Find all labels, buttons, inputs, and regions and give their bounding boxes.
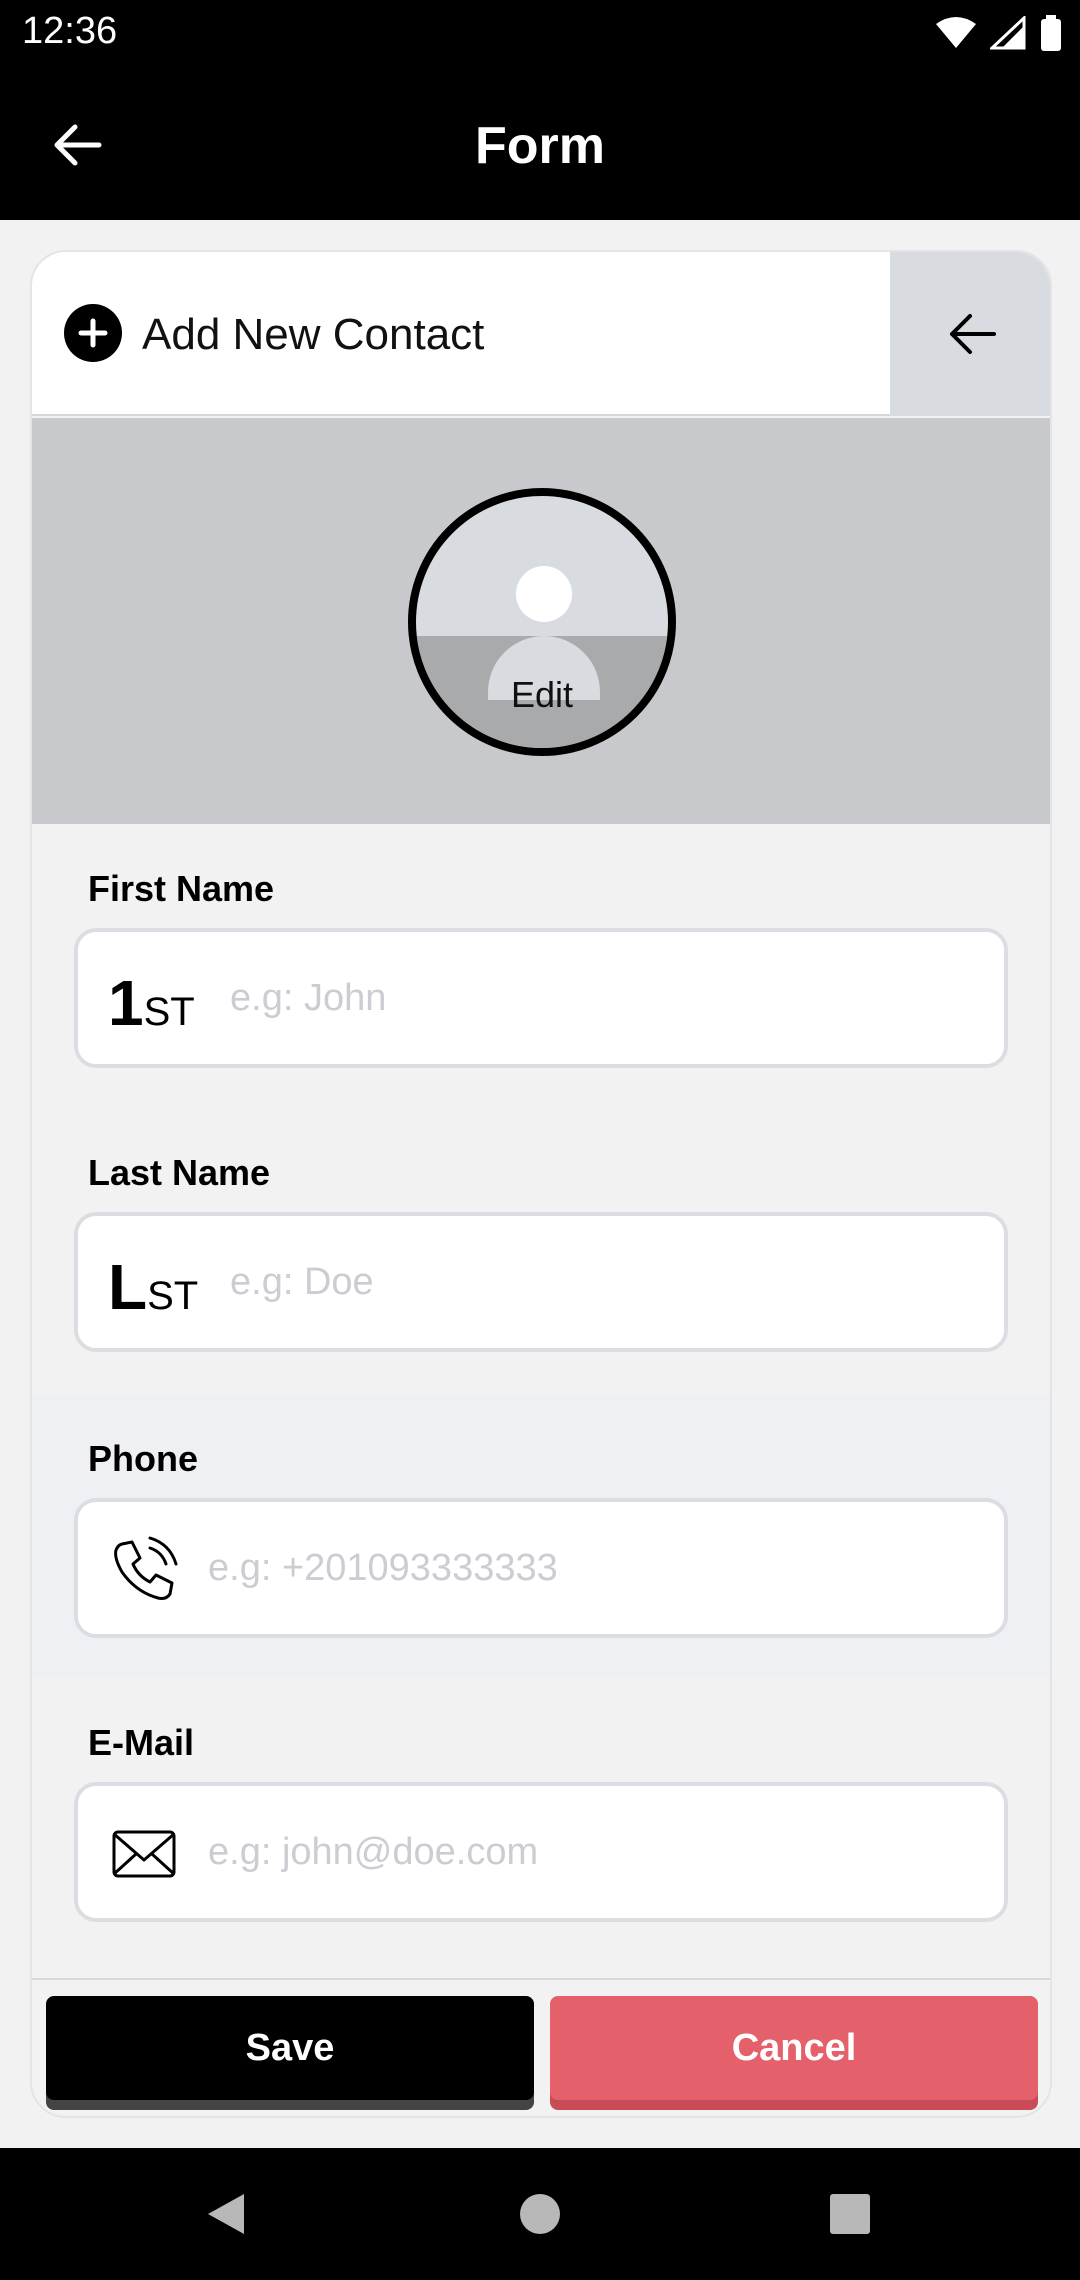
avatar-edit-label: Edit — [510, 674, 574, 715]
user-icon-head — [516, 566, 572, 622]
first-name-section: First Name 1ST — [32, 824, 1050, 1108]
triangle-back-icon — [208, 2194, 244, 2234]
cancel-button[interactable]: Cancel — [550, 1996, 1038, 2100]
collapse-button[interactable] — [890, 252, 1050, 416]
first-name-field[interactable]: 1ST — [74, 928, 1008, 1068]
phone-label: Phone — [88, 1438, 199, 1479]
last-name-field[interactable]: LST — [74, 1212, 1008, 1352]
first-name-label: First Name — [88, 868, 275, 909]
nav-back-button[interactable] — [194, 2182, 258, 2246]
square-recents-icon — [830, 2194, 870, 2234]
first-name-prefix: 1ST — [108, 967, 195, 1039]
status-time: 12:36 — [22, 10, 118, 52]
nav-home-button[interactable] — [508, 2182, 572, 2246]
last-name-prefix: LST — [108, 1251, 199, 1323]
plus-circle-icon — [64, 304, 122, 362]
phone-input[interactable] — [206, 1502, 966, 1634]
last-name-section: Last Name LST — [32, 1108, 1050, 1392]
phone-section: Phone — [32, 1394, 1050, 1678]
status-icons — [936, 14, 1062, 52]
email-input[interactable] — [206, 1786, 966, 1918]
email-section: E-Mail — [32, 1678, 1050, 1962]
first-name-input[interactable] — [228, 932, 988, 1064]
save-button[interactable]: Save — [46, 1996, 534, 2100]
signal-icon — [990, 16, 1026, 50]
arrow-left-icon — [950, 314, 996, 354]
envelope-icon — [112, 1830, 176, 1878]
app-bar: Form — [0, 66, 1080, 220]
nav-recents-button[interactable] — [818, 2182, 882, 2246]
footer-divider — [32, 1978, 1050, 1980]
last-name-input[interactable] — [228, 1216, 988, 1348]
email-label: E-Mail — [88, 1722, 195, 1763]
status-bar: 12:36 — [0, 0, 1080, 66]
contact-form-card: Add New Contact Edit First Name 1ST Last… — [30, 250, 1052, 2118]
card-title: Add New Contact — [142, 310, 485, 359]
last-name-label: Last Name — [88, 1152, 271, 1193]
system-nav-bar — [0, 2148, 1080, 2280]
page-title: Form — [475, 117, 605, 175]
card-header: Add New Contact — [32, 252, 1050, 416]
wifi-icon — [936, 17, 976, 48]
circle-home-icon — [520, 2194, 560, 2234]
phone-icon — [114, 1536, 178, 1600]
email-field[interactable] — [74, 1782, 1008, 1922]
avatar-edit-button[interactable]: Edit — [408, 488, 676, 756]
avatar-area: Edit — [32, 418, 1050, 824]
phone-field[interactable] — [74, 1498, 1008, 1638]
battery-icon — [1041, 15, 1061, 51]
